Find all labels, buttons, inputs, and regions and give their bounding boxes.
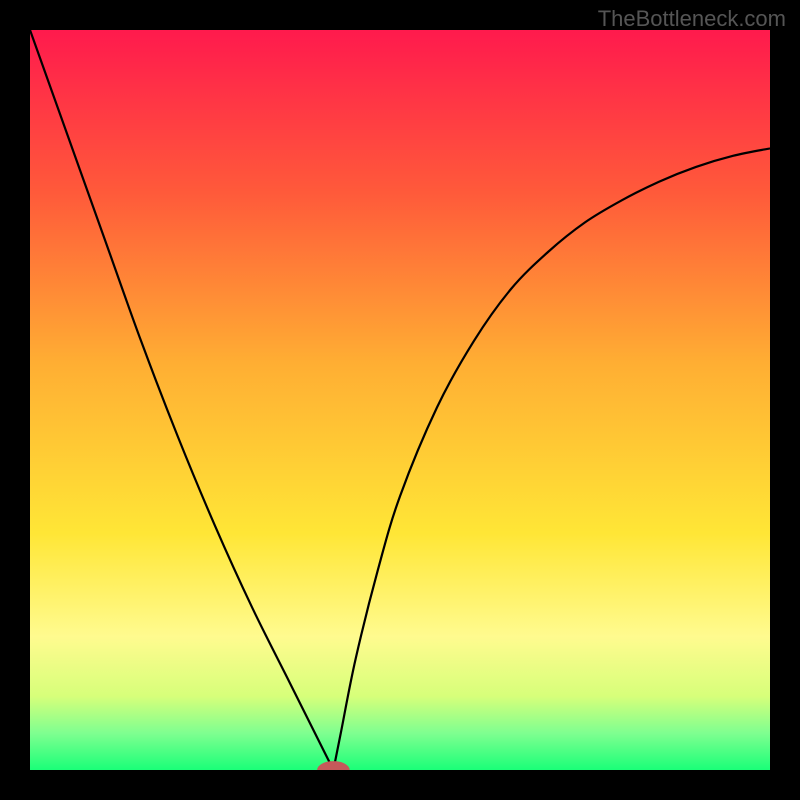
chart-background	[30, 30, 770, 770]
chart-frame: TheBottleneck.com	[0, 0, 800, 800]
watermark-text: TheBottleneck.com	[598, 6, 786, 32]
chart-svg	[30, 30, 770, 770]
chart-plot-area	[30, 30, 770, 770]
